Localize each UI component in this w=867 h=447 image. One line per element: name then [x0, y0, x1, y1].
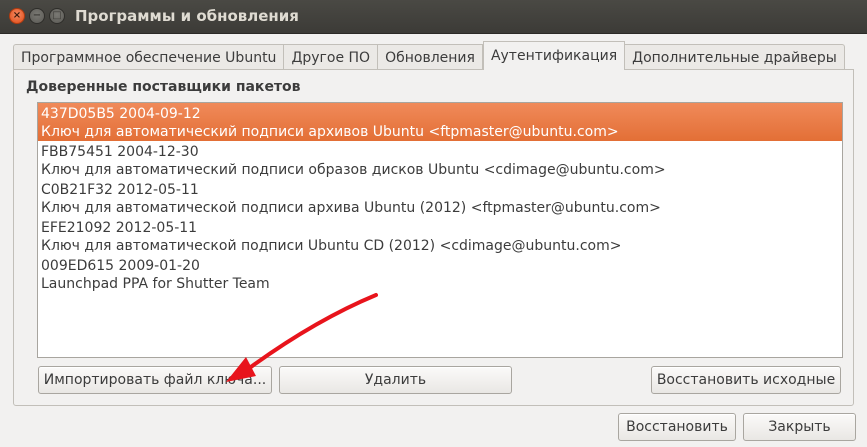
window-maximize-button[interactable]: □ — [49, 8, 65, 24]
tab-ubuntu-software[interactable]: Программное обеспечение Ubuntu — [13, 44, 285, 70]
key-row[interactable]: C0B21F32 2012-05-11 Ключ для автоматичес… — [38, 179, 842, 217]
window-close-button[interactable]: × — [9, 8, 25, 24]
window-title: Программы и обновления — [75, 7, 299, 25]
key-row[interactable]: FBB75451 2004-12-30 Ключ для автоматичес… — [38, 141, 842, 179]
maximize-icon: □ — [52, 10, 62, 21]
close-button[interactable]: Закрыть — [743, 413, 856, 441]
key-description: Ключ для автоматический подписи архивов … — [41, 124, 619, 140]
key-id-date: EFE21092 2012-05-11 — [41, 220, 198, 236]
key-description: Ключ для автоматической подписи архива U… — [41, 200, 661, 216]
key-id-date: C0B21F32 2012-05-11 — [41, 182, 199, 198]
tab-other-software[interactable]: Другое ПО — [284, 44, 379, 70]
tab-bar: Программное обеспечение Ubuntu Другое ПО… — [13, 41, 845, 70]
import-key-file-button[interactable]: Импортировать файл ключа... — [38, 366, 272, 394]
key-id-date: 437D05B5 2004-09-12 — [41, 106, 201, 122]
tab-additional-drivers[interactable]: Дополнительные драйверы — [625, 44, 845, 70]
trusted-keys-list[interactable]: 437D05B5 2004-09-12 Ключ для автоматичес… — [37, 102, 843, 358]
key-description: Launchpad PPA for Shutter Team — [41, 276, 270, 292]
key-row[interactable]: EFE21092 2012-05-11 Ключ для автоматичес… — [38, 217, 842, 255]
software-updates-window: × − □ Программы и обновления Программное… — [0, 0, 867, 447]
close-icon: × — [12, 10, 22, 21]
title-bar[interactable]: × − □ Программы и обновления — [0, 0, 867, 34]
delete-key-button[interactable]: Удалить — [279, 366, 512, 394]
trusted-providers-label: Доверенные поставщики пакетов — [26, 79, 301, 95]
restore-defaults-button[interactable]: Восстановить исходные — [651, 366, 841, 394]
key-id-date: 009ED615 2009-01-20 — [41, 258, 200, 274]
key-description: Ключ для автоматической подписи Ubuntu C… — [41, 238, 622, 254]
key-description: Ключ для автоматический подписи образов … — [41, 162, 666, 178]
key-row[interactable]: 437D05B5 2004-09-12 Ключ для автоматичес… — [38, 103, 842, 141]
key-id-date: FBB75451 2004-12-30 — [41, 144, 199, 160]
minimize-icon: − — [32, 10, 42, 21]
revert-button[interactable]: Восстановить — [618, 413, 736, 441]
tab-updates[interactable]: Обновления — [378, 44, 483, 70]
key-row[interactable]: 009ED615 2009-01-20 Launchpad PPA for Sh… — [38, 255, 842, 293]
tab-authentication[interactable]: Аутентификация — [482, 41, 626, 70]
window-minimize-button[interactable]: − — [29, 8, 45, 24]
